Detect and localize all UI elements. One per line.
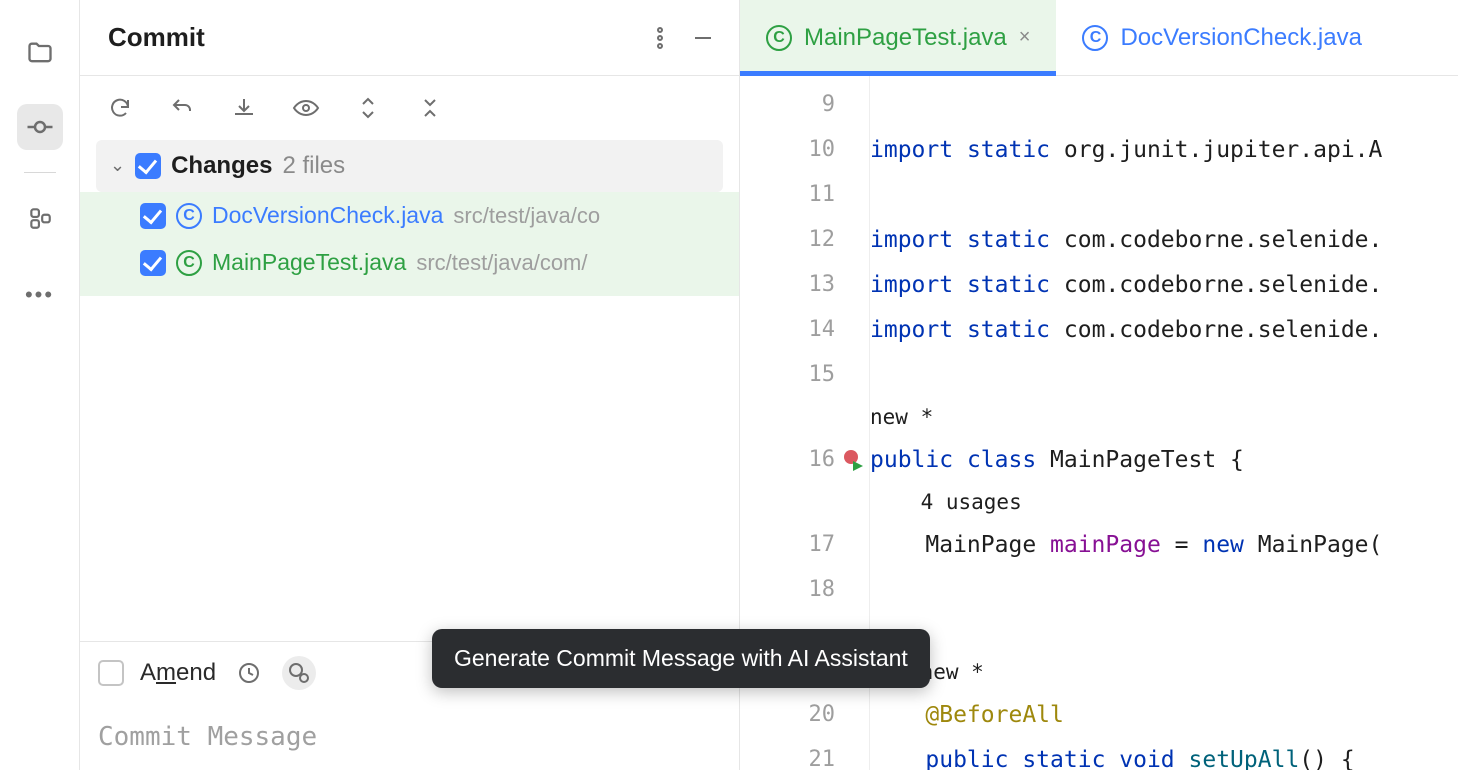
code-line[interactable]: new * [870, 397, 1458, 437]
changes-tree: ⌄ Changes 2 files C DocVersionCheck.java… [80, 140, 739, 296]
code-line[interactable] [870, 172, 1458, 217]
code-line[interactable]: public class MainPageTest { [870, 437, 1458, 482]
line-number[interactable]: 17 [740, 522, 869, 567]
line-number[interactable]: 16 [740, 437, 869, 482]
refresh-button[interactable] [104, 92, 136, 124]
java-class-icon: C [176, 250, 202, 276]
code-line[interactable]: import static com.codeborne.selenide. [870, 217, 1458, 262]
commit-panel: Commit ⌄ Changes 2 files C D [80, 0, 740, 770]
line-number[interactable]: 10 [740, 127, 869, 172]
panel-title: Commit [108, 22, 205, 53]
java-class-icon: C [176, 203, 202, 229]
code-line[interactable]: import static com.codeborne.selenide. [870, 307, 1458, 352]
kebab-icon [657, 27, 663, 49]
minimize-panel-button[interactable] [691, 26, 715, 50]
line-number[interactable]: 12 [740, 217, 869, 262]
collapse-all-icon [420, 96, 440, 120]
code-line[interactable]: MainPage mainPage = new MainPage( [870, 522, 1458, 567]
changed-file-row[interactable]: C MainPageTest.java src/test/java/com/ [80, 239, 739, 286]
file-path: src/test/java/com/ [416, 250, 587, 276]
refresh-icon [108, 96, 132, 120]
panel-header-actions [657, 26, 715, 50]
changes-group-label: Changes [171, 152, 272, 180]
commit-graph-icon [25, 112, 55, 142]
changes-group-count: 2 files [282, 152, 345, 180]
commit-history-button[interactable] [232, 656, 266, 690]
code-line[interactable]: 4 usages [870, 482, 1458, 522]
file-name: DocVersionCheck.java [212, 202, 443, 229]
commit-message-input[interactable] [80, 704, 739, 770]
left-tool-rail: ••• [0, 0, 80, 770]
amend-checkbox[interactable] [98, 660, 124, 686]
file-checkbox[interactable] [140, 250, 166, 276]
structure-tool-button[interactable] [17, 195, 63, 241]
line-number[interactable]: 14 [740, 307, 869, 352]
code-line[interactable] [870, 612, 1458, 652]
shelve-icon [232, 96, 256, 120]
line-number[interactable]: 18 [740, 567, 869, 612]
amend-label: Amend [140, 659, 216, 687]
chevron-down-icon: ⌄ [110, 155, 125, 176]
line-number[interactable] [740, 482, 869, 522]
code-line[interactable]: new * [870, 652, 1458, 692]
editor-tabs: C MainPageTest.java × C DocVersionCheck.… [740, 0, 1458, 76]
ai-generate-message-button[interactable] [282, 656, 316, 690]
file-name: MainPageTest.java [212, 249, 406, 276]
line-number[interactable]: 13 [740, 262, 869, 307]
code-line[interactable] [870, 82, 1458, 127]
java-class-icon: C [766, 25, 792, 51]
ai-tooltip: Generate Commit Message with AI Assistan… [432, 629, 930, 688]
project-tool-button[interactable] [17, 30, 63, 76]
changed-files-list: C DocVersionCheck.java src/test/java/co … [80, 192, 739, 296]
folder-icon [26, 39, 54, 67]
close-tab-button[interactable]: × [1019, 26, 1031, 49]
rail-divider [24, 172, 56, 173]
more-tools-button[interactable]: ••• [17, 269, 63, 315]
changes-group-row[interactable]: ⌄ Changes 2 files [96, 140, 723, 192]
close-icon: × [1019, 26, 1031, 48]
changed-file-row[interactable]: C DocVersionCheck.java src/test/java/co [80, 192, 739, 239]
code-line[interactable] [870, 352, 1458, 397]
line-number[interactable] [740, 397, 869, 437]
structure-icon [27, 205, 53, 231]
run-gutter-icon[interactable] [843, 449, 865, 471]
editor-tab-docversioncheck[interactable]: C DocVersionCheck.java [1056, 0, 1387, 75]
rollback-button[interactable] [166, 92, 198, 124]
preview-icon [292, 96, 320, 120]
changes-group-checkbox[interactable] [135, 153, 161, 179]
line-number[interactable]: 11 [740, 172, 869, 217]
expand-collapse-icon [358, 96, 378, 120]
commit-header: Commit [80, 0, 739, 76]
changelist-button[interactable] [352, 92, 384, 124]
code-line[interactable]: import static com.codeborne.selenide. [870, 262, 1458, 307]
line-number[interactable]: 9 [740, 82, 869, 127]
undo-icon [170, 96, 194, 120]
file-checkbox[interactable] [140, 203, 166, 229]
tab-label: DocVersionCheck.java [1120, 24, 1361, 52]
shelve-button[interactable] [228, 92, 260, 124]
tab-label: MainPageTest.java [804, 24, 1007, 52]
line-number[interactable]: 20 [740, 692, 869, 737]
editor-tab-mainpagetest[interactable]: C MainPageTest.java × [740, 0, 1056, 75]
panel-options-button[interactable] [657, 27, 663, 49]
code-line[interactable]: import static org.junit.jupiter.api.A [870, 127, 1458, 172]
more-icon: ••• [25, 282, 54, 308]
code-line[interactable]: public static void setUpAll() { [870, 737, 1458, 770]
code-line[interactable] [870, 567, 1458, 612]
group-by-button[interactable] [414, 92, 446, 124]
file-path: src/test/java/co [453, 203, 600, 229]
java-class-icon: C [1082, 25, 1108, 51]
ai-generate-icon [287, 661, 311, 685]
code-line[interactable]: @BeforeAll [870, 692, 1458, 737]
commit-toolbar [80, 76, 739, 140]
line-number[interactable]: 15 [740, 352, 869, 397]
history-icon [237, 661, 261, 685]
code-content[interactable]: import static org.junit.jupiter.api.A imp… [870, 76, 1458, 770]
minimize-icon [691, 26, 715, 50]
show-diff-button[interactable] [290, 92, 322, 124]
commit-tool-button[interactable] [17, 104, 63, 150]
line-number[interactable]: 21 [740, 737, 869, 770]
